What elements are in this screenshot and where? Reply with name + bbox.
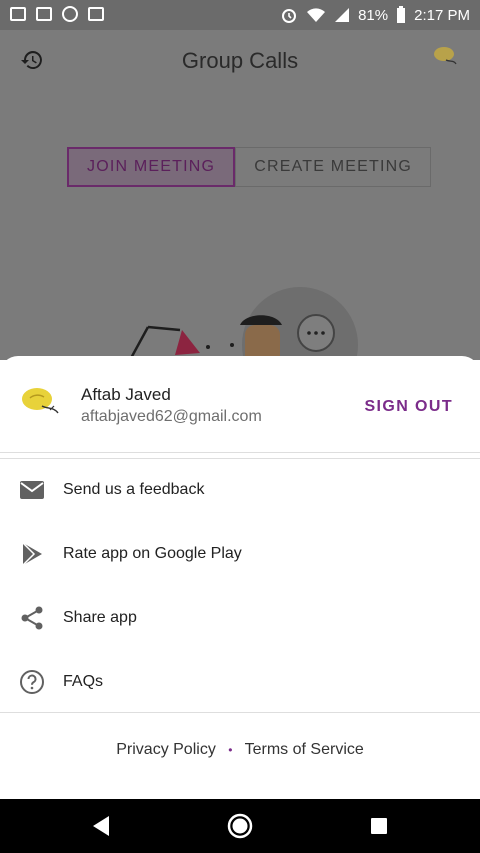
legal-links: Privacy Policy • Terms of Service bbox=[0, 741, 480, 759]
laptop-icon bbox=[88, 7, 104, 21]
footer-separator: • bbox=[228, 743, 233, 757]
help-icon bbox=[20, 670, 44, 694]
activity-icon bbox=[36, 7, 52, 21]
wifi-icon bbox=[307, 8, 326, 22]
system-icons: 81% 2:17 PM bbox=[280, 6, 470, 24]
meeting-tabs: JOIN MEETING CREATE MEETING bbox=[67, 147, 432, 187]
app-bar: Group Calls bbox=[0, 30, 480, 90]
profile-avatar[interactable] bbox=[432, 44, 462, 70]
user-name: Aftab Javed bbox=[81, 385, 171, 404]
account-bottom-sheet: Aftab Javed aftabjaved62@gmail.com SIGN … bbox=[0, 356, 480, 799]
divider bbox=[0, 452, 480, 453]
alarm-icon bbox=[282, 9, 297, 23]
notification-icons bbox=[10, 6, 104, 22]
recents-icon[interactable] bbox=[366, 813, 392, 839]
avatar bbox=[22, 388, 59, 414]
battery-percent: 81% bbox=[358, 6, 389, 24]
menu-item-label: Share app bbox=[63, 609, 137, 626]
share-icon bbox=[21, 606, 43, 630]
terms-of-service-link[interactable]: Terms of Service bbox=[245, 741, 364, 758]
menu-item-faqs[interactable]: FAQs bbox=[0, 652, 480, 712]
profile-row: Aftab Javed aftabjaved62@gmail.com SIGN … bbox=[0, 356, 480, 452]
privacy-policy-link[interactable]: Privacy Policy bbox=[116, 741, 216, 758]
menu-item-label: Send us a feedback bbox=[63, 481, 205, 498]
clock: 2:17 PM bbox=[414, 6, 470, 24]
tab-join-meeting[interactable]: JOIN MEETING bbox=[67, 147, 236, 187]
user-email: aftabjaved62@gmail.com bbox=[81, 408, 262, 425]
home-icon[interactable] bbox=[227, 813, 253, 839]
status-bar: 81% 2:17 PM bbox=[0, 0, 480, 30]
menu-item-feedback[interactable]: Send us a feedback bbox=[0, 460, 480, 520]
sign-out-button[interactable]: SIGN OUT bbox=[364, 398, 453, 416]
menu-item-label: Rate app on Google Play bbox=[63, 545, 242, 562]
meeting-illustration bbox=[128, 287, 358, 360]
menu-item-rate-app[interactable]: Rate app on Google Play bbox=[0, 524, 480, 584]
image-icon bbox=[10, 7, 26, 21]
battery-icon bbox=[397, 6, 406, 23]
menu-item-label: FAQs bbox=[63, 673, 104, 690]
signal-icon bbox=[335, 8, 350, 22]
circle-icon bbox=[62, 6, 78, 22]
tab-create-meeting[interactable]: CREATE MEETING bbox=[235, 147, 432, 187]
navigation-bar bbox=[0, 799, 480, 853]
divider bbox=[0, 712, 480, 713]
app-title: Group Calls bbox=[181, 48, 299, 73]
menu-item-share-app[interactable]: Share app bbox=[0, 588, 480, 648]
divider bbox=[0, 458, 480, 459]
back-icon[interactable] bbox=[89, 813, 115, 839]
play-store-icon bbox=[22, 542, 42, 566]
background-app: Group Calls JOIN MEETING CREATE MEETING bbox=[0, 30, 480, 360]
mail-icon bbox=[20, 481, 44, 499]
